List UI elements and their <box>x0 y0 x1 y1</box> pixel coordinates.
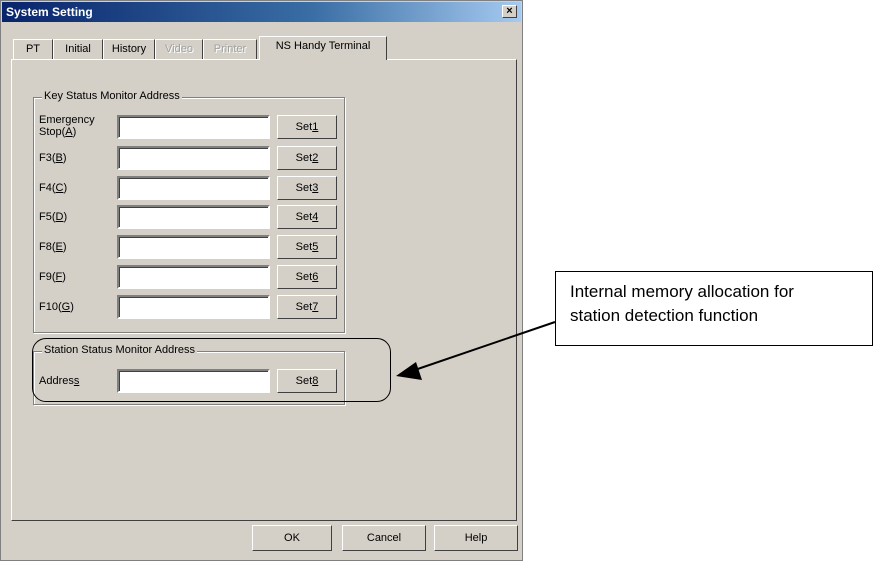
key-status-legend: Key Status Monitor Address <box>42 90 182 102</box>
ok-button[interactable]: OK <box>252 525 332 551</box>
f3-address-field[interactable] <box>117 146 270 170</box>
f10-label: F10(G) <box>39 301 74 313</box>
f9-address-field[interactable] <box>117 265 270 289</box>
f5-label: F5(D) <box>39 211 68 223</box>
close-button[interactable]: × <box>502 5 517 18</box>
f9-label: F9(F) <box>39 271 66 283</box>
annotation-line-1: Internal memory allocation for <box>570 282 794 301</box>
annotation-line-2: station detection function <box>570 306 759 325</box>
set-2-button[interactable]: Set2 <box>277 146 337 170</box>
tab-printer[interactable]: Printer <box>203 39 257 59</box>
annotation-box: Internal memory allocation for station d… <box>555 271 873 346</box>
help-button[interactable]: Help <box>434 525 518 551</box>
tab-history[interactable]: History <box>103 39 155 59</box>
window-title: System Setting <box>6 5 93 19</box>
set-4-button[interactable]: Set4 <box>277 205 337 229</box>
tab-video[interactable]: Video <box>155 39 203 59</box>
set-5-button[interactable]: Set5 <box>277 235 337 259</box>
set-7-button[interactable]: Set7 <box>277 295 337 319</box>
f4-address-field[interactable] <box>117 176 270 200</box>
f10-address-field[interactable] <box>117 295 270 319</box>
set-6-button[interactable]: Set6 <box>277 265 337 289</box>
f8-label: F8(E) <box>39 241 67 253</box>
f4-label: F4(C) <box>39 182 68 194</box>
set-3-button[interactable]: Set3 <box>277 176 337 200</box>
emergency-stop-label: Emergency Stop(A) <box>39 114 95 138</box>
tab-initial[interactable]: Initial <box>53 39 103 59</box>
tab-pt[interactable]: PT <box>13 39 53 59</box>
set-1-button[interactable]: Set1 <box>277 115 337 139</box>
f8-address-field[interactable] <box>117 235 270 259</box>
cancel-button[interactable]: Cancel <box>342 525 426 551</box>
system-setting-dialog: System Setting × PT Initial History Vide… <box>0 0 523 561</box>
emergency-stop-address-field[interactable] <box>117 115 270 139</box>
f3-label: F3(B) <box>39 152 67 164</box>
tab-ns-handy-terminal[interactable]: NS Handy Terminal <box>259 36 387 60</box>
title-bar[interactable]: System Setting × <box>2 2 521 22</box>
callout-highlight-oval <box>32 338 391 402</box>
f5-address-field[interactable] <box>117 205 270 229</box>
